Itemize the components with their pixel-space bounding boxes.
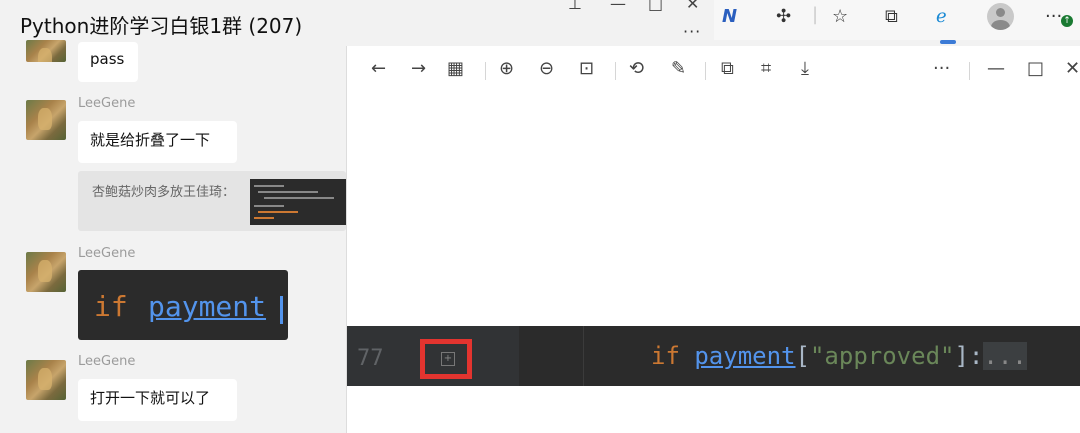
- code-string: "approved": [809, 342, 955, 370]
- chat-more-button[interactable]: ···: [683, 22, 701, 41]
- code-screenshot-image[interactable]: if payment: [78, 270, 288, 340]
- chat-title: Python进阶学习白银1群 (207): [20, 14, 303, 38]
- avatar[interactable]: [26, 100, 66, 140]
- edge-icon[interactable]: ℯ: [936, 6, 947, 27]
- chat-window-controls: ⊥ — □ ✕: [560, 0, 710, 16]
- pin-icon[interactable]: ⊥: [568, 0, 582, 13]
- fold-expand-icon[interactable]: +: [441, 352, 455, 366]
- zoom-in-icon[interactable]: ⊕: [499, 58, 514, 79]
- code-line: if payment["approved"]:...: [651, 342, 1027, 370]
- edit-icon[interactable]: ✎: [671, 58, 686, 79]
- editor-gutter: 77 +: [347, 326, 519, 386]
- image-viewer-window: ← → ▦ ⊕ ⊖ ⊡ ⟲ ✎ ⧉ ⌗ ⤓ ··· — □ ✕ 77 + if …: [346, 46, 1080, 433]
- close-icon[interactable]: ✕: [686, 0, 699, 13]
- quote-thumbnail[interactable]: [250, 179, 346, 225]
- avatar[interactable]: [26, 40, 66, 62]
- code-variable: payment: [148, 290, 267, 323]
- avatar[interactable]: [26, 252, 66, 292]
- code-screenshot: 77 + if payment["approved"]:...: [347, 326, 1080, 386]
- copy-icon[interactable]: ⧉: [721, 58, 734, 79]
- sender-name: LeeGene: [78, 354, 136, 369]
- maximize-icon[interactable]: □: [648, 0, 663, 13]
- folded-code-placeholder[interactable]: ...: [983, 342, 1027, 370]
- forward-arrow-icon[interactable]: →: [411, 58, 426, 79]
- extract-text-icon[interactable]: ⌗: [761, 58, 771, 79]
- grid-view-icon[interactable]: ▦: [447, 58, 464, 79]
- code-variable: payment: [694, 342, 796, 370]
- extensions-puzzle-icon[interactable]: ✣: [776, 6, 791, 27]
- viewer-minimize-icon[interactable]: —: [987, 58, 1005, 79]
- viewer-more-button[interactable]: ···: [933, 58, 950, 79]
- profile-avatar-icon[interactable]: [987, 3, 1014, 30]
- sender-name: LeeGene: [78, 246, 136, 261]
- fold-highlight-box: +: [420, 339, 472, 379]
- download-icon[interactable]: ⤓: [801, 58, 809, 79]
- code-bracket-open: [: [795, 342, 810, 370]
- tab-indicator: [940, 40, 956, 44]
- zoom-out-icon[interactable]: ⊖: [539, 58, 554, 79]
- rotate-icon[interactable]: ⟲: [629, 58, 644, 79]
- line-number: 77: [357, 346, 384, 371]
- favorites-icon[interactable]: ☆: [832, 6, 848, 27]
- sender-name: LeeGene: [78, 96, 136, 111]
- extension-n-icon[interactable]: N: [722, 6, 737, 27]
- avatar[interactable]: [26, 360, 66, 400]
- code-bracket-close: ]:: [954, 342, 984, 370]
- viewer-maximize-icon[interactable]: □: [1027, 58, 1044, 79]
- minimize-icon[interactable]: —: [610, 0, 626, 13]
- message-bubble: 就是给折叠了一下: [78, 121, 237, 163]
- collections-icon[interactable]: ⧉: [885, 6, 898, 27]
- message-bubble: pass: [78, 42, 138, 82]
- message-bubble: 打开一下就可以了: [78, 379, 237, 421]
- browser-more-button[interactable]: ···: [1045, 6, 1062, 27]
- back-arrow-icon[interactable]: ←: [371, 58, 386, 79]
- quote-text: 杏鲍菇炒肉多放王佳琦：: [92, 185, 236, 200]
- viewer-close-icon[interactable]: ✕: [1065, 58, 1080, 79]
- code-keyword: if: [94, 290, 128, 323]
- code-keyword: if: [651, 342, 680, 370]
- quoted-message[interactable]: 杏鲍菇炒肉多放王佳琦：: [78, 171, 346, 231]
- actual-size-icon[interactable]: ⊡: [579, 58, 594, 79]
- code-cursor: [280, 296, 283, 324]
- update-badge-icon: ↑: [1061, 15, 1073, 27]
